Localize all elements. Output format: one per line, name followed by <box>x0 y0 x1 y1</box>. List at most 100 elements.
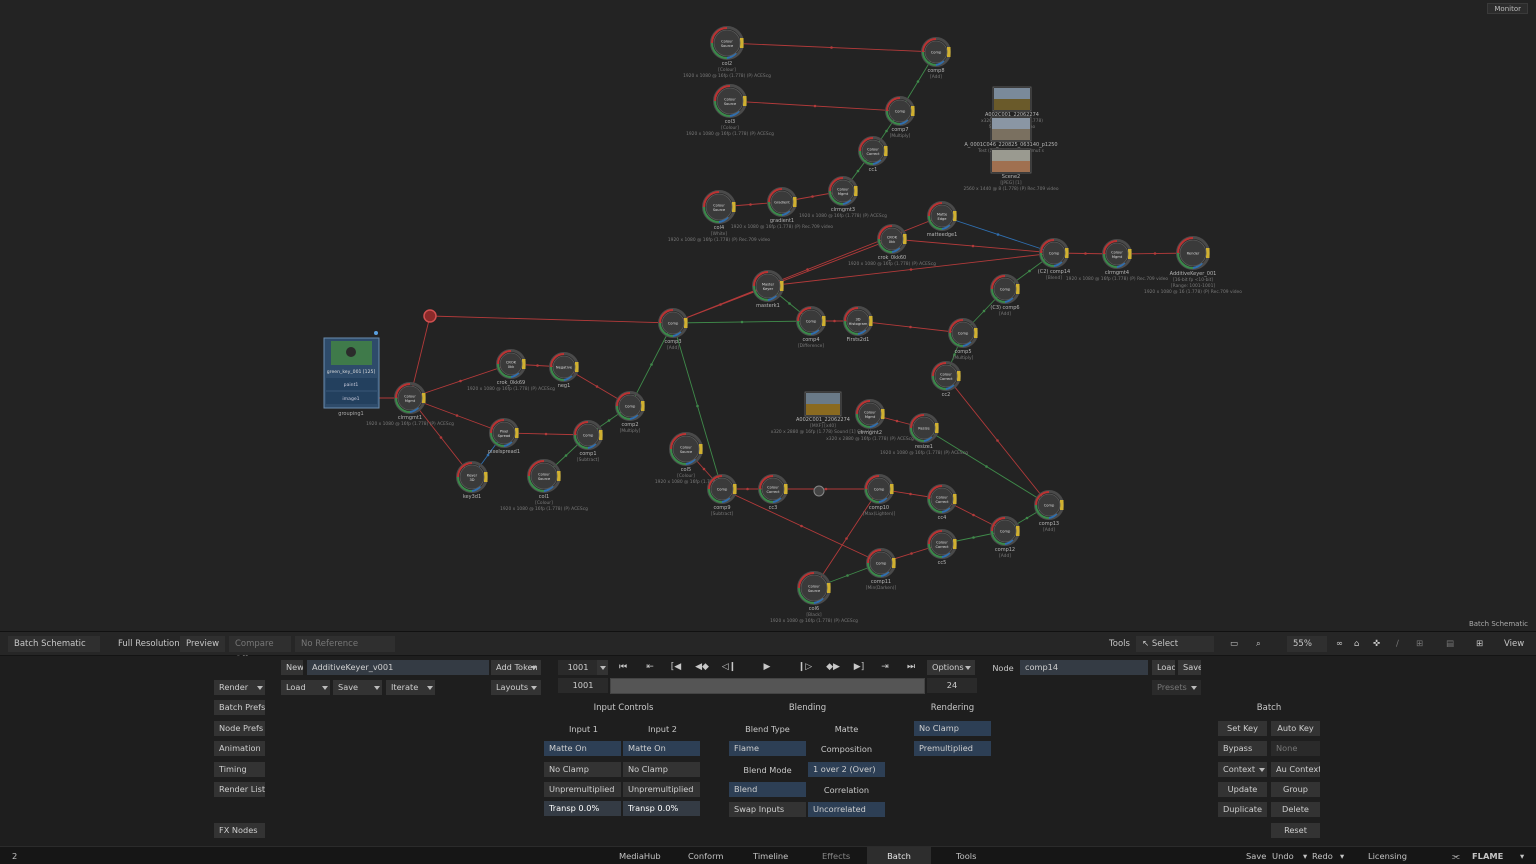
link-icon[interactable]: ∞ <box>1330 636 1349 652</box>
zoom-select[interactable]: 55% <box>1287 636 1327 652</box>
input2-matte-button[interactable]: Matte On <box>623 741 700 756</box>
auto-key-button[interactable]: Auto Key <box>1271 721 1320 736</box>
tab-timeline[interactable]: Timeline <box>745 847 791 864</box>
full-resolution-toggle[interactable]: Full Resolution <box>112 636 186 652</box>
node-output-port[interactable] <box>522 359 526 369</box>
node-output-port[interactable] <box>684 318 688 328</box>
set-key-button[interactable]: Set Key <box>1218 721 1267 736</box>
node-output-port[interactable] <box>743 96 747 106</box>
tab-effects[interactable]: Effects <box>814 847 860 864</box>
batch-name-field[interactable]: AdditiveKeyer_v001 <box>307 660 489 675</box>
view-mode-select[interactable]: Batch Schematic <box>8 636 100 652</box>
compare-select[interactable]: Compare Off <box>229 636 291 665</box>
render-button[interactable]: Render <box>214 680 254 695</box>
node-output-port[interactable] <box>827 583 831 593</box>
render-dropdown[interactable] <box>254 680 265 695</box>
save-dropdown[interactable] <box>371 680 382 695</box>
tab-conform[interactable]: Conform <box>680 847 726 864</box>
swap-inputs-button[interactable]: Swap Inputs <box>729 802 806 817</box>
end-frame-field[interactable]: 24 <box>927 678 977 693</box>
node-output-port[interactable] <box>953 494 957 504</box>
node-output-port[interactable] <box>884 146 888 156</box>
start-frame-field[interactable]: 1001 <box>558 678 608 693</box>
node-output-port[interactable] <box>869 316 873 326</box>
node-output-port[interactable] <box>953 211 957 221</box>
tab-tools[interactable]: Tools <box>948 847 988 864</box>
node-output-port[interactable] <box>854 186 858 196</box>
node-output-port[interactable] <box>822 316 826 326</box>
play-icon[interactable]: ▶ <box>758 660 776 675</box>
node-output-port[interactable] <box>780 281 784 291</box>
grid-icon[interactable]: ⊞ <box>1410 636 1429 652</box>
presets-dropdown[interactable]: Presets <box>1152 680 1201 695</box>
node-output-port[interactable] <box>1128 249 1132 259</box>
step-key-forward-icon[interactable]: ⇥ <box>876 660 894 675</box>
render-premult-select[interactable]: Premultiplied <box>914 741 991 756</box>
duplicate-button[interactable]: Duplicate <box>1218 802 1267 817</box>
node-output-port[interactable] <box>1060 500 1064 510</box>
next-key-icon[interactable]: ◆▶ <box>824 660 842 675</box>
node-output-port[interactable] <box>953 539 957 549</box>
bypass-button[interactable]: Bypass <box>1218 741 1267 756</box>
input1-clamp-button[interactable]: No Clamp <box>544 762 621 777</box>
select-tool[interactable]: ↖ Select <box>1136 636 1214 652</box>
node-output-port[interactable] <box>957 371 961 381</box>
current-frame-field[interactable]: 1001 <box>558 660 598 675</box>
node-output-port[interactable] <box>557 471 561 481</box>
node-output-port[interactable] <box>947 47 951 57</box>
node-output-port[interactable] <box>484 472 488 482</box>
iterate-dropdown[interactable] <box>424 680 435 695</box>
delete-button[interactable]: Delete <box>1271 802 1320 817</box>
input2-transparency-field[interactable]: Transp 0.0% <box>623 801 700 816</box>
layout-icon[interactable]: ▤ <box>1440 636 1460 652</box>
step-forward-icon[interactable]: ❙▷ <box>796 660 814 675</box>
new-button[interactable]: New <box>281 660 303 675</box>
reformat-node[interactable] <box>423 309 437 323</box>
step-back-icon[interactable]: ◁❙ <box>720 660 738 675</box>
add-token-dropdown[interactable]: Add Token <box>491 660 541 675</box>
fx-nodes-button[interactable]: FX Nodes <box>214 823 265 838</box>
node-name-field[interactable]: comp14 <box>1020 660 1148 675</box>
iterate-button[interactable]: Iterate <box>386 680 424 695</box>
node-output-port[interactable] <box>974 328 978 338</box>
node-output-port[interactable] <box>935 423 939 433</box>
node-output-port[interactable] <box>1065 248 1069 258</box>
timeline-scrubber[interactable] <box>610 678 925 694</box>
node-output-port[interactable] <box>599 430 603 440</box>
view-menu[interactable]: View <box>1498 636 1530 652</box>
load-dropdown[interactable] <box>319 680 330 695</box>
node-output-port[interactable] <box>699 444 703 454</box>
input2-clamp-button[interactable]: No Clamp <box>623 762 700 777</box>
node-output-port[interactable] <box>575 362 579 372</box>
prev-key-icon[interactable]: ◀◆ <box>693 660 711 675</box>
node-output-port[interactable] <box>881 409 885 419</box>
batch-schematic-canvas[interactable]: Colour Source col2 [Colour] 1920 x 1080 @ 16… <box>0 0 1536 632</box>
reset-button[interactable]: Reset <box>1271 823 1320 838</box>
go-end-icon[interactable]: ⏭ <box>902 660 920 675</box>
blend-mode-select[interactable]: Blend <box>729 782 806 797</box>
mark-out-icon[interactable]: ▶] <box>850 660 868 675</box>
correlation-select[interactable]: Uncorrelated <box>808 802 885 817</box>
input1-transparency-field[interactable]: Transp 0.0% <box>544 801 621 816</box>
preview-button[interactable]: Preview <box>180 636 226 652</box>
node-output-port[interactable] <box>422 393 426 403</box>
context-dropdown[interactable] <box>1256 762 1267 777</box>
pin-icon[interactable]: ∕ <box>1390 636 1405 652</box>
monitor-button[interactable]: Monitor <box>1487 3 1528 14</box>
node-output-port[interactable] <box>892 558 896 568</box>
batch-prefs-button[interactable]: Batch Prefs <box>214 700 265 715</box>
input1-matte-button[interactable]: Matte On <box>544 741 621 756</box>
step-key-back-icon[interactable]: ⇤ <box>641 660 659 675</box>
node-output-port[interactable] <box>740 38 744 48</box>
input2-premult-button[interactable]: Unpremultiplied <box>623 782 700 797</box>
tab-mediahub[interactable]: MediaHub <box>611 847 661 864</box>
home-icon[interactable]: ⌂ <box>1348 636 1365 652</box>
render-clamp-select[interactable]: No Clamp <box>914 721 991 736</box>
composition-select[interactable]: 1 over 2 (Over) <box>808 762 885 777</box>
licensing-button[interactable]: Licensing <box>1360 847 1415 864</box>
footer-menu-icon[interactable]: ▾ <box>1512 847 1532 864</box>
options-dropdown[interactable]: Options <box>927 660 975 675</box>
node-output-port[interactable] <box>641 401 645 411</box>
au-context-button[interactable]: Au Context <box>1271 762 1320 777</box>
frame-icon[interactable]: ▭ <box>1224 636 1244 652</box>
